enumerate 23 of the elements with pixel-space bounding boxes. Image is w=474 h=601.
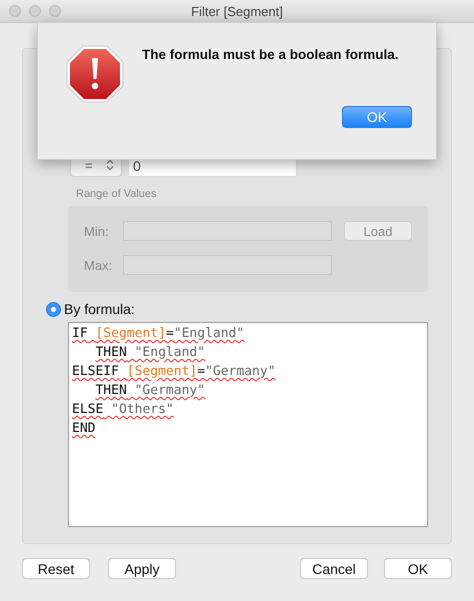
stepper-icon xyxy=(106,159,114,171)
zoom-icon[interactable] xyxy=(49,5,61,17)
close-icon[interactable] xyxy=(9,5,21,17)
field-label: Max: xyxy=(84,258,114,272)
radio-label[interactable]: By formula: xyxy=(64,301,135,317)
stop-icon xyxy=(66,45,124,103)
code-line: THEN "Germany" xyxy=(95,382,206,400)
code-line: ELSEIF [Segment]="Germany" xyxy=(72,363,276,381)
code-line: ELSE "Others" xyxy=(72,401,174,419)
section-label: Range of Values xyxy=(76,188,158,200)
minimize-icon[interactable] xyxy=(29,5,41,17)
code-line: IF [Segment]="England" xyxy=(72,325,244,343)
window-title: Filter [Segment] xyxy=(191,4,283,18)
formula-editor[interactable]: IF [Segment]="England" THEN "England" ELSEIF [Segment]="Germany" THEN "Germany" ELSE "Others" END xyxy=(68,322,428,527)
dialog-button[interactable]: Apply xyxy=(108,558,176,579)
dialog-button[interactable]: Reset xyxy=(22,558,90,579)
field-label: Min: xyxy=(84,224,110,238)
alert-message: The formula must be a boolean formula. xyxy=(142,47,400,62)
radio-button[interactable] xyxy=(46,302,61,316)
dialog-button[interactable]: Cancel xyxy=(300,558,368,579)
dialog-button[interactable]: OK xyxy=(384,558,452,579)
code-line: END xyxy=(72,420,96,438)
code-line: THEN "England" xyxy=(95,344,206,362)
